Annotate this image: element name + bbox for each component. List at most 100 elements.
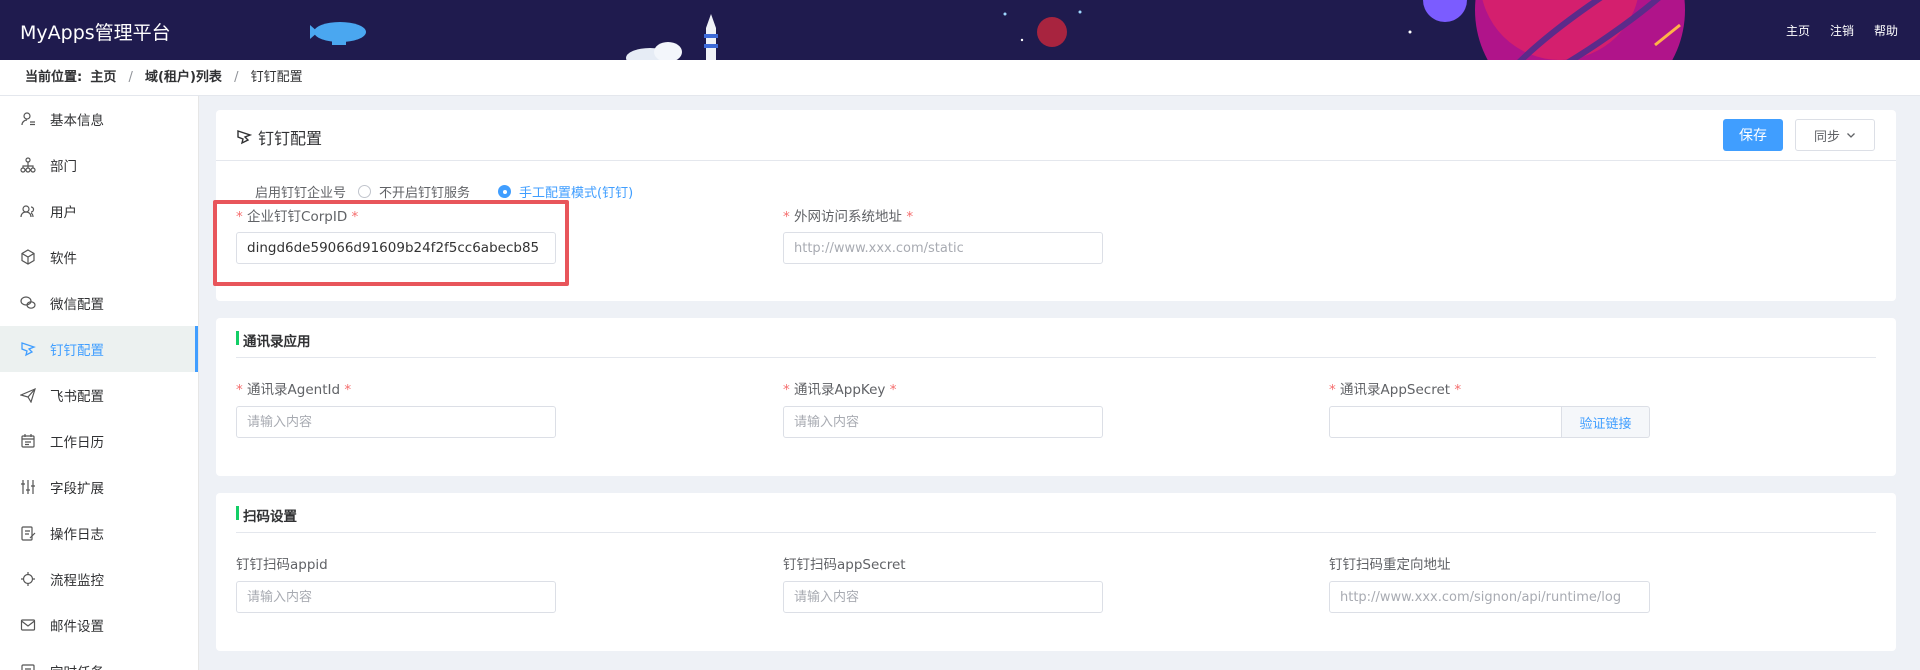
sidebar-item-basic-info[interactable]: 基本信息 (0, 96, 198, 142)
sidebar-item-label: 微信配置 (50, 297, 104, 313)
breadcrumb-item-home[interactable]: 主页 (90, 70, 116, 85)
required-mark: * (1454, 382, 1462, 398)
log-icon (20, 525, 36, 541)
breadcrumb-separator: / (128, 70, 133, 85)
page-title-text: 钉钉配置 (258, 129, 323, 148)
sidebar-item-field-extension[interactable]: 字段扩展 (0, 464, 198, 510)
nav-logout-link[interactable]: 注销 (1830, 22, 1854, 39)
agentid-input[interactable] (236, 406, 556, 438)
dingtalk-icon (20, 341, 36, 357)
sidebar-item-label: 工作日历 (50, 435, 104, 451)
required-mark: * (351, 209, 359, 225)
required-mark: * (1329, 382, 1336, 398)
required-mark: * (783, 209, 790, 225)
radio-disable-dingtalk[interactable]: 不开启钉钉服务 (358, 182, 470, 201)
org-tree-icon (20, 157, 36, 173)
sidebar-item-label: 部门 (50, 159, 77, 175)
corpid-input[interactable] (236, 232, 556, 264)
sidebar-item-mail-settings[interactable]: 邮件设置 (0, 602, 198, 648)
sidebar-item-users[interactable]: 用户 (0, 188, 198, 234)
feishu-icon (20, 387, 36, 403)
mail-icon (20, 617, 36, 633)
radio-circle-checked (498, 185, 512, 198)
top-header: MyApps管理平台 主页 注销 帮助 (0, 0, 1920, 60)
qr-redirect-label: 钉钉扫码重定向地址 (1329, 557, 1451, 573)
required-mark: * (344, 382, 352, 398)
sidebar-item-feishu[interactable]: 飞书配置 (0, 372, 198, 418)
nav-help-link[interactable]: 帮助 (1874, 22, 1898, 39)
sync-dropdown-button[interactable]: 同步 (1795, 119, 1875, 151)
appsecret-label-text: 通讯录AppSecret (1340, 382, 1451, 398)
dingtalk-config-card: 钉钉配置 保存 同步 启用钉钉企业号 不开启钉钉服务 手工配置模式(钉钉) * … (216, 110, 1896, 301)
radio-circle (358, 185, 372, 198)
radio-group-label: 启用钉钉企业号 (255, 186, 347, 201)
sidebar-item-process-monitor[interactable]: 流程监控 (0, 556, 198, 602)
contacts-app-card: 通讯录应用 * 通讯录AgentId * * 通讯录AppKey * * 通讯录… (216, 318, 1896, 476)
sidebar-item-software[interactable]: 软件 (0, 234, 198, 280)
sidebar-item-label: 软件 (50, 251, 77, 267)
dingtalk-mode-radio-group: 启用钉钉企业号 不开启钉钉服务 手工配置模式(钉钉) (255, 182, 661, 201)
external-url-label: * 外网访问系统地址 * (783, 205, 913, 225)
breadcrumb-item-tenant-list[interactable]: 域(租户)列表 (145, 70, 222, 85)
appkey-input[interactable] (783, 406, 1103, 438)
radio-label-text: 手工配置模式(钉钉) (519, 186, 634, 201)
agentid-label-text: 通讯录AgentId (247, 382, 341, 398)
sidebar-item-label: 字段扩展 (50, 481, 104, 497)
qr-redirect-input[interactable] (1329, 581, 1650, 613)
sidebar-item-label: 定时任务 (50, 661, 104, 670)
required-mark: * (236, 209, 243, 225)
sidebar-item-label: 钉钉配置 (50, 343, 104, 359)
agentid-label: * 通讯录AgentId * (236, 378, 351, 398)
section-title-qr-scan: 扫码设置 (236, 505, 1876, 533)
required-mark: * (783, 382, 790, 398)
breadcrumb-separator: / (234, 70, 239, 85)
sidebar-item-calendar[interactable]: 工作日历 (0, 418, 198, 464)
required-mark: * (889, 382, 897, 398)
wechat-icon (20, 295, 36, 311)
required-mark: * (906, 209, 914, 225)
qr-scan-settings-card: 扫码设置 钉钉扫码appid 钉钉扫码appSecret 钉钉扫码重定向地址 (216, 493, 1896, 651)
breadcrumb: 当前位置: 主页 / 域(租户)列表 / 钉钉配置 (0, 60, 1920, 96)
top-nav: 主页 注销 帮助 (1786, 22, 1898, 39)
calendar-icon (20, 433, 36, 449)
corpid-label-text: 企业钉钉CorpID (247, 209, 348, 225)
sidebar-item-label: 操作日志 (50, 527, 104, 543)
cube-icon (20, 249, 36, 265)
sidebar-item-label: 邮件设置 (50, 619, 104, 635)
dingtalk-icon (237, 130, 252, 145)
user-info-icon (20, 111, 36, 127)
sidebar-item-label: 基本信息 (50, 113, 104, 129)
qr-appid-input[interactable] (236, 581, 556, 613)
external-url-label-text: 外网访问系统地址 (794, 209, 903, 225)
appkey-label: * 通讯录AppKey * (783, 378, 896, 398)
sidebar: 基本信息 部门 用户 软件 微信配置 钉钉配置 飞书配置 工作日历 字段扩展 操… (0, 96, 199, 670)
sidebar-item-department[interactable]: 部门 (0, 142, 198, 188)
appsecret-input[interactable] (1329, 406, 1562, 438)
sidebar-item-label: 流程监控 (50, 573, 104, 589)
qr-appsecret-input[interactable] (783, 581, 1103, 613)
sidebar-item-label: 用户 (50, 205, 77, 221)
radio-label-text: 不开启钉钉服务 (379, 186, 471, 201)
sidebar-item-label: 飞书配置 (50, 389, 104, 405)
nav-home-link[interactable]: 主页 (1786, 22, 1810, 39)
external-url-input[interactable] (783, 232, 1103, 264)
qr-appsecret-label: 钉钉扫码appSecret (783, 557, 906, 573)
appsecret-label: * 通讯录AppSecret * (1329, 378, 1461, 398)
verify-link-button[interactable]: 验证链接 (1562, 406, 1650, 438)
radio-manual-config[interactable]: 手工配置模式(钉钉) (498, 182, 633, 201)
appkey-label-text: 通讯录AppKey (794, 382, 886, 398)
sync-label: 同步 (1813, 129, 1840, 145)
section-title-contacts: 通讯录应用 (236, 330, 1876, 358)
sidebar-item-scheduled-task[interactable]: 定时任务 (0, 648, 198, 670)
qr-appid-label: 钉钉扫码appid (236, 557, 328, 573)
required-mark: * (236, 382, 243, 398)
sidebar-item-dingtalk[interactable]: 钉钉配置 (0, 326, 198, 372)
sidebar-item-wechat[interactable]: 微信配置 (0, 280, 198, 326)
corpid-label: * 企业钉钉CorpID * (236, 205, 358, 225)
breadcrumb-item-current: 钉钉配置 (250, 70, 303, 85)
sidebar-item-operation-log[interactable]: 操作日志 (0, 510, 198, 556)
card-header: 钉钉配置 保存 同步 (216, 110, 1896, 161)
chevron-down-icon (1847, 133, 1855, 138)
save-button[interactable]: 保存 (1723, 119, 1783, 151)
monitor-icon (20, 571, 36, 587)
